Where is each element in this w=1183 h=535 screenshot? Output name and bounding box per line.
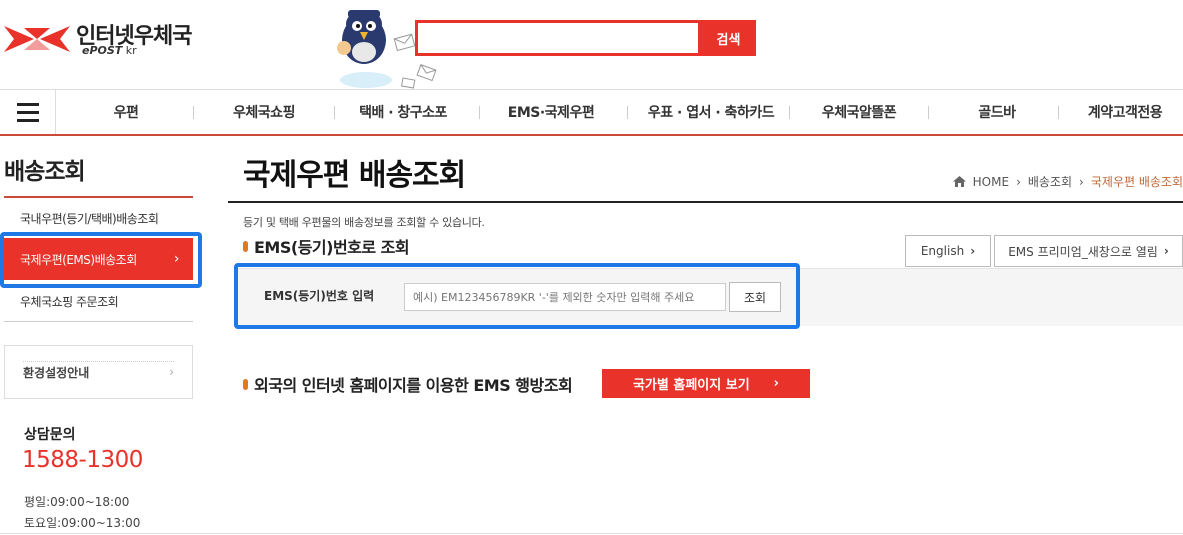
gnb-divider [789,106,790,119]
chevron-right-icon: › [773,376,780,391]
ems-premium-button[interactable]: EMS 프리미엄_새창으로 열림 › [994,235,1183,267]
gnb-item-ems[interactable]: EMS·국제우편 [492,90,610,134]
section-title: EMS(등기)번호로 조회 [243,234,410,258]
search-input-wrapper [415,20,701,56]
gnb-divider [193,106,194,119]
bullet-icon [243,240,248,252]
page-title: 국제우편 배송조회 [243,158,466,193]
sidebar-item-shopping-order[interactable]: 우체국쇼핑 주문조회 [4,282,193,320]
english-button[interactable]: English › [905,235,991,267]
chevron-right-icon: › [169,365,174,379]
chevron-right-icon: › [970,244,976,258]
sidebar-item-label: 국내우편(등기/택배)배송조회 [20,212,159,226]
sidebar-item-label: 국제우편(EMS)배송조회 [20,252,137,267]
foreign-section-title: 외국의 인터넷 홈페이지를 이용한 EMS 행방조회 [243,372,573,396]
gnb-item-shopping[interactable]: 우체국쇼핑 [208,90,320,134]
sidebar-menu-bottom-border [4,321,193,322]
sidebar-item-international[interactable]: 국제우편(EMS)배송조회 › [4,238,193,280]
consult-phone: 1588-1300 [22,447,143,473]
chevron-right-icon: › [1016,174,1021,189]
epost-logo-icon [4,26,70,52]
hours-saturday: 토요일:09:00~13:00 [24,516,141,530]
consult-label: 상담문의 [24,427,76,443]
gnb-divider [334,106,335,119]
global-nav: 우편 우체국쇼핑 택배 · 창구소포 EMS·국제우편 우표 · 엽서 · 축하… [0,89,1183,136]
hours-weekday: 평일:09:00~18:00 [24,495,130,509]
breadcrumb-home[interactable]: HOME [973,175,1009,189]
search-button[interactable]: 검색 [701,20,756,56]
query-button[interactable]: 조회 [729,282,781,312]
section-title-text: EMS(등기)번호로 조회 [254,238,410,257]
country-homepage-button[interactable]: 국가별 홈페이지 보기 › [602,369,810,398]
menu-icon[interactable] [0,90,56,134]
search-input[interactable] [418,23,698,53]
gnb-divider [928,106,929,119]
gnb-item-post[interactable]: 우편 [76,90,176,134]
sidebar-title: 배송조회 [4,159,86,185]
logo-sub-main: ePOST [82,44,123,57]
gnb-item-stamps[interactable]: 우표 · 엽서 · 축하카드 [636,90,786,134]
gnb-item-parcel[interactable]: 택배 · 창구소포 [344,90,462,134]
logo-sub-suffix: kr [122,44,137,57]
foreign-section-title-text: 외국의 인터넷 홈페이지를 이용한 EMS 행방조회 [254,376,573,395]
title-divider [228,201,1183,203]
sidebar-item-domestic[interactable]: 국내우편(등기/택배)배송조회 [4,200,193,237]
breadcrumb: HOME › 배송조회 › 국제우편 배송조회 [952,173,1183,190]
chevron-right-icon: › [1079,174,1084,189]
gnb-divider [1058,106,1059,119]
gnb-divider [627,106,628,119]
epost-logo[interactable]: 인터넷우체국 ePOST kr [4,18,194,60]
env-settings-link[interactable]: 환경설정안내 › [4,345,193,399]
ems-number-label: EMS(등기)번호 입력 [264,289,375,303]
home-icon [952,176,966,187]
chevron-right-icon: › [173,251,180,267]
bottom-divider [0,533,1183,534]
env-settings-label: 환경설정안내 [23,365,90,380]
gnb-item-contract[interactable]: 계약고객전용 [1075,90,1175,134]
sidebar-item-label: 우체국쇼핑 주문조회 [20,294,119,309]
sidebar-divider [4,196,193,198]
breadcrumb-current: 국제우편 배송조회 [1090,175,1183,189]
gnb-divider [479,106,480,119]
ems-number-input[interactable] [404,283,726,311]
breadcrumb-tracking[interactable]: 배송조회 [1028,173,1072,190]
bullet-icon [243,378,248,390]
ems-premium-button-label: EMS 프리미엄_새창으로 열림 [1008,244,1158,259]
gnb-item-mobile[interactable]: 우체국알뜰폰 [808,90,910,134]
logo-sub: ePOST kr [82,44,137,57]
page-description: 등기 및 택배 우편물의 배송정보를 조회할 수 있습니다. [243,216,485,229]
env-box-dotted-line [23,361,174,362]
chevron-right-icon: › [1163,244,1169,258]
english-button-label: English [920,244,965,258]
country-homepage-label: 국가별 홈페이지 보기 [632,378,750,393]
gnb-item-goldbar[interactable]: 골드바 [950,90,1044,134]
